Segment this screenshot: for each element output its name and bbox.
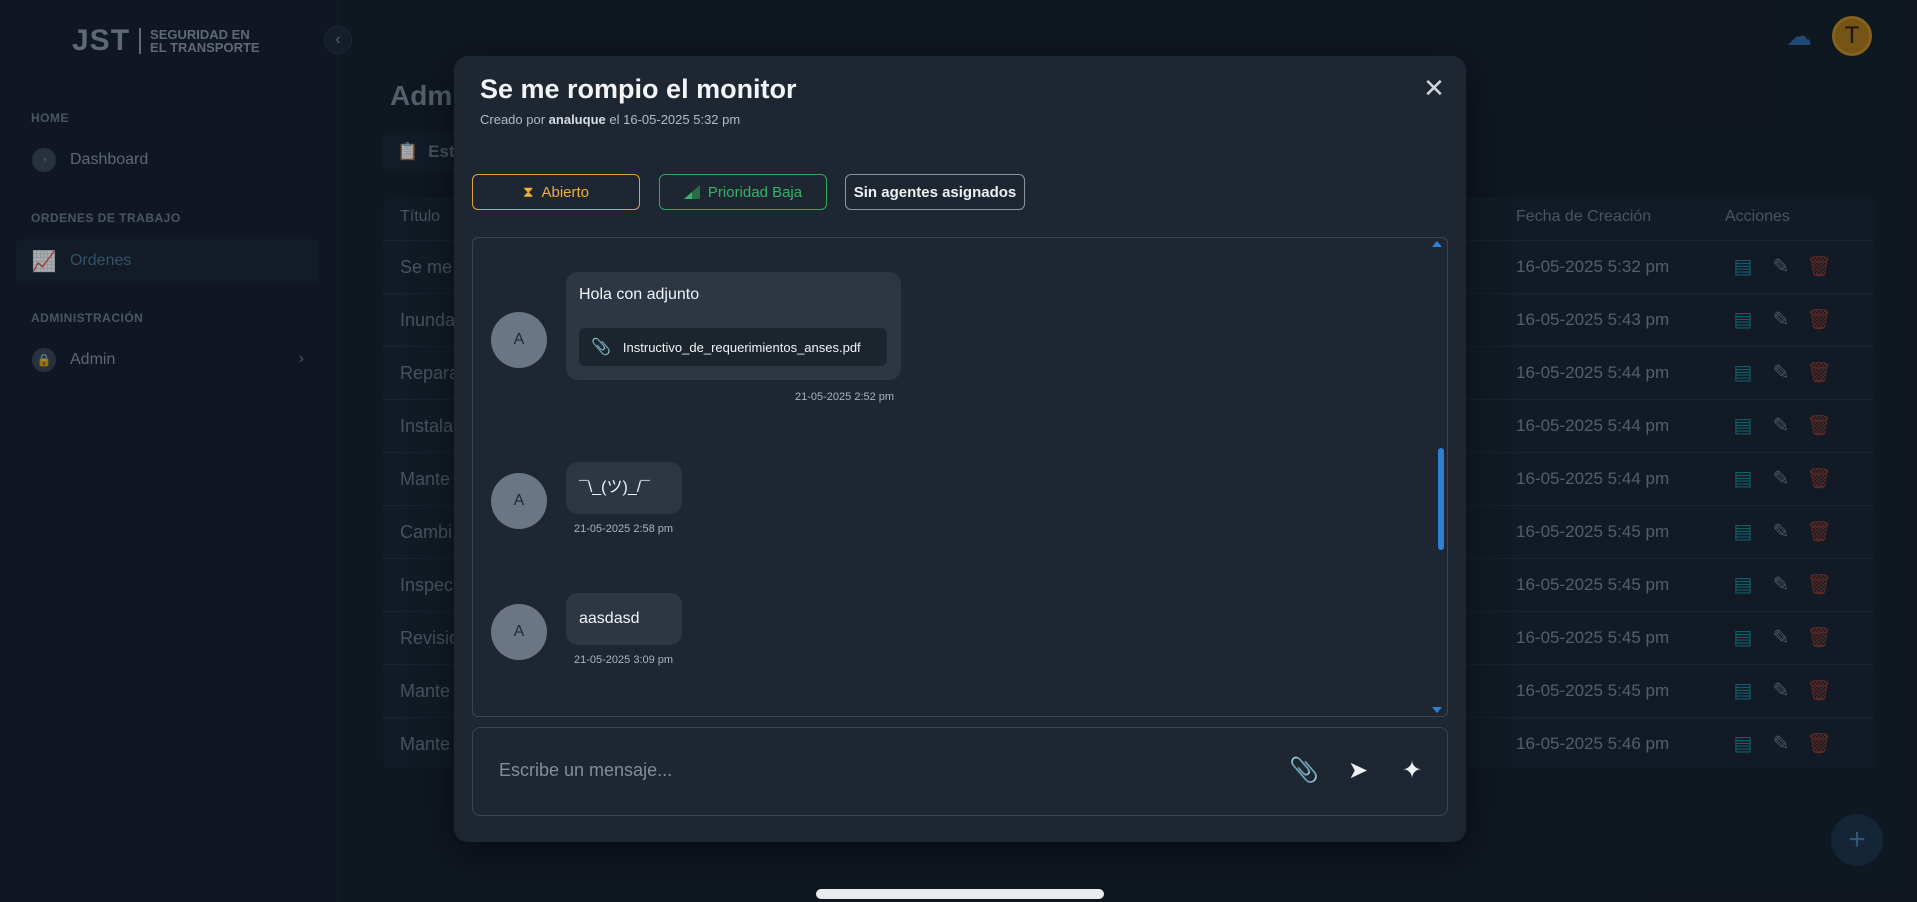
paperclip-icon[interactable]: 📎 [1289,756,1319,786]
agents-badge[interactable]: Sin agentes asignados [845,174,1025,210]
messages-panel[interactable]: A Hola con adjunto 📎 Instructivo_de_requ… [472,237,1448,717]
modal-subtitle: Creado por analuque el 16-05-2025 5:32 p… [480,112,740,127]
modal-title: Se me rompio el monitor [480,74,797,104]
message-bubble: ¯\_(ツ)_/¯ [566,462,682,514]
created-by-label: Creado por [480,112,546,127]
message-bubble: aasdasd [566,593,682,645]
close-icon[interactable]: ✕ [1420,74,1448,102]
message-avatar: A [491,473,547,529]
signal-icon [683,185,700,199]
message-bubble: Hola con adjunto 📎 Instructivo_de_requer… [566,272,901,380]
message-input[interactable]: Escribe un mensaje... [499,760,672,781]
home-indicator[interactable] [816,889,1104,899]
priority-label: Prioridad Baja [707,183,803,201]
message-avatar: A [491,604,547,660]
message-text: ¯\_(ツ)_/¯ [579,479,651,496]
attachment-link[interactable]: 📎 Instructivo_de_requerimientos_anses.pd… [579,328,887,366]
priority-badge[interactable]: Prioridad Baja [659,174,827,210]
attachment-name: Instructivo_de_requerimientos_anses.pdf [622,339,861,355]
scrollbar-thumb[interactable] [1438,448,1444,550]
created-on-label: el [609,112,620,127]
message-text: Hola con adjunto [579,286,700,303]
status-label: Abierto [541,183,590,201]
paperclip-icon: 📎 [591,339,611,356]
ticket-modal: Se me rompio el monitor Creado por analu… [454,56,1466,842]
message-text: aasdasd [579,610,640,627]
scroll-up-arrow[interactable] [1432,241,1442,247]
message-avatar: A [491,312,547,368]
message-time: 21-05-2025 2:52 pm [795,391,895,403]
scroll-down-arrow[interactable] [1432,707,1442,713]
sparkles-icon[interactable]: ✦ [1397,756,1427,786]
message-time: 21-05-2025 3:09 pm [574,654,674,666]
author-name: analuque [548,112,606,127]
message-time: 21-05-2025 2:58 pm [574,523,674,535]
created-at: 16-05-2025 5:32 pm [623,112,741,127]
send-icon[interactable]: ➤ [1343,756,1373,786]
message-composer: Escribe un mensaje... 📎 ➤ ✦ [472,727,1448,816]
status-badge[interactable]: ⧗ Abierto [472,174,640,210]
hourglass-icon: ⧗ [522,183,534,201]
